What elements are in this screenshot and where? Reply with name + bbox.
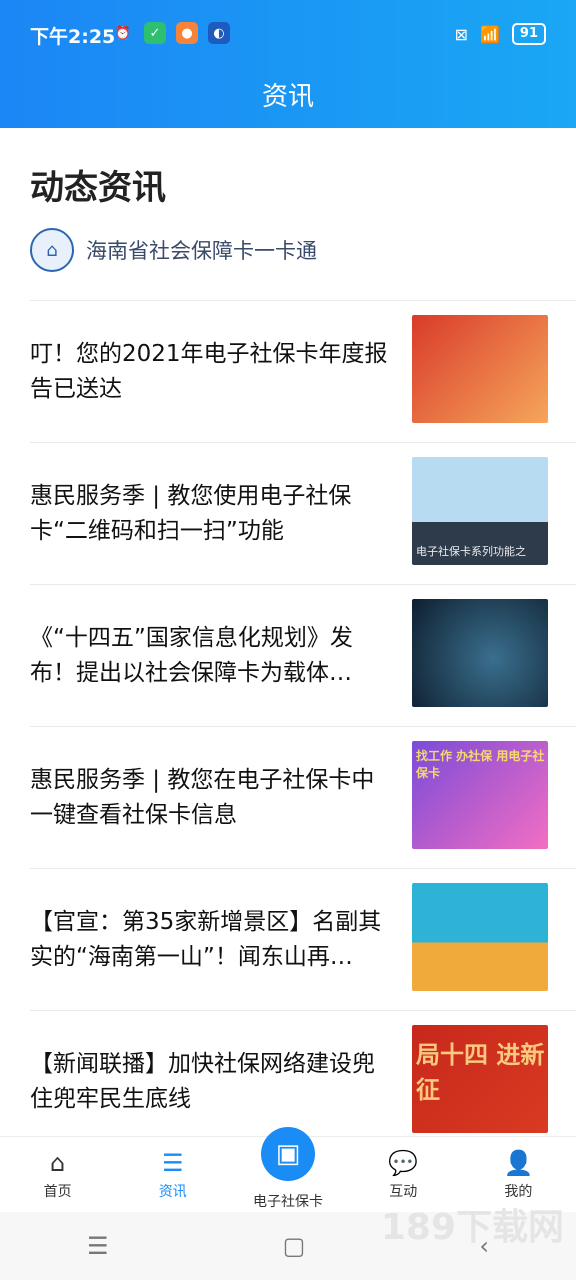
tab-card[interactable]: ▣ 电子社保卡 [230,1127,345,1211]
shield-app-icon: ✓ [144,22,166,44]
news-item[interactable]: 惠民服务季 | 教您使用电子社保卡“二维码和扫一扫”功能 电子社保卡系列功能之 [30,442,576,585]
news-source[interactable]: ⌂ 海南省社会保障卡一卡通 [30,228,317,272]
tab-home[interactable]: ⌂ 首页 [0,1137,115,1211]
watermark: 189下载网 [380,1207,564,1248]
news-title: 《“十四五”国家信息化规划》发布！提出以社会保障卡为载体… [30,625,353,686]
alarm-icon: ⏰ [114,25,132,41]
news-title: 【官宣：第35家新增景区】名副其实的“海南第一山”！闻东山再… [30,909,382,970]
battery-icon: 91 [511,23,546,45]
source-name: 海南省社会保障卡一卡通 [86,239,317,263]
home-button-icon[interactable]: ▢ [283,1232,306,1260]
news-thumbnail [412,883,548,991]
wifi-icon: 📶 [479,24,500,44]
status-time: 下午2:25 [30,26,116,48]
news-item[interactable]: 《“十四五”国家信息化规划》发布！提出以社会保障卡为载体… [30,584,576,727]
status-icons: ⏰ ✓ ● ◐ [112,22,230,44]
home-icon: ⌂ [49,1149,66,1177]
page-title: 资讯 [261,82,314,112]
news-thumbnail: 局十四 进新征 [412,1025,548,1133]
no-sim-icon: ⊠ [454,24,468,44]
bag-app-icon: ● [176,22,198,44]
news-title: 惠民服务季 | 教您在电子社保卡中一键查看社保卡信息 [30,767,375,828]
menu-icon[interactable]: ☰ [87,1232,109,1260]
news-thumbnail: 电子社保卡系列功能之 [412,457,548,565]
news-icon: ☰ [162,1149,184,1177]
news-item[interactable]: 惠民服务季 | 教您在电子社保卡中一键查看社保卡信息 找工作 办社保 用电子社保… [30,726,576,869]
section-title: 动态资讯 [30,168,166,208]
card-icon: ▣ [261,1127,315,1181]
news-item[interactable]: 【官宣：第35家新增景区】名副其实的“海南第一山”！闻东山再… [30,868,576,1011]
news-title: 惠民服务季 | 教您使用电子社保卡“二维码和扫一扫”功能 [30,483,352,544]
status-right: ⊠ 📶 91 [455,23,546,45]
browser-app-icon: ◐ [208,22,230,44]
user-icon: 👤 [503,1149,534,1177]
news-thumbnail [412,599,548,707]
news-title: 叮！您的2021年电子社保卡年度报告已送达 [30,341,388,402]
news-thumbnail: 找工作 办社保 用电子社保卡 [412,741,548,849]
news-title: 【新闻联播】加快社保网络建设兜住兜牢民生底线 [30,1051,375,1112]
app-header: 下午2:25 ⏰ ✓ ● ◐ ⊠ 📶 91 资讯 [0,0,576,128]
source-logo-icon: ⌂ [30,228,74,272]
news-item[interactable]: 叮！您的2021年电子社保卡年度报告已送达 [30,300,576,443]
tab-news[interactable]: ☰ 资讯 [115,1137,230,1211]
chat-icon: 💬 [388,1149,419,1177]
news-thumbnail [412,315,548,423]
